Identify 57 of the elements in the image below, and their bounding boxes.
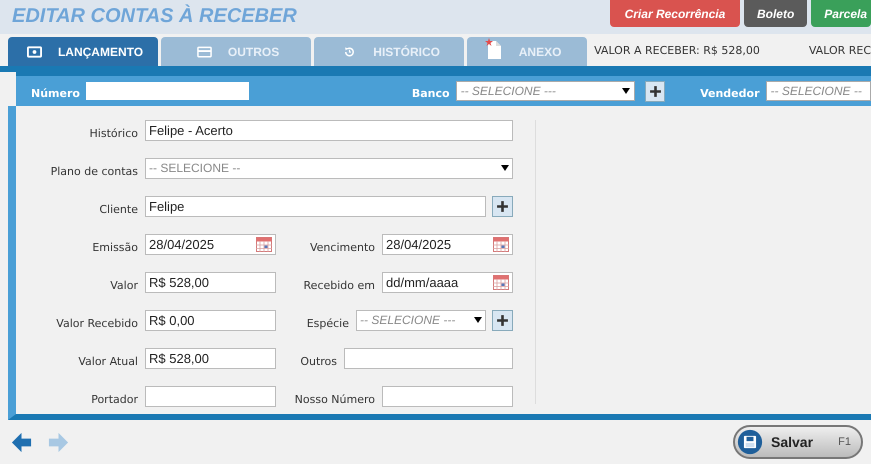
forward-arrow-icon[interactable] xyxy=(47,430,70,454)
add-button[interactable] xyxy=(492,196,513,216)
field-label: Valor Atual xyxy=(77,354,139,368)
calendar-icon xyxy=(493,274,509,290)
caret-icon xyxy=(474,316,482,324)
field-label: Banco xyxy=(410,86,451,100)
text-field[interactable]: R$ 0,00 xyxy=(145,310,276,330)
calendar-icon xyxy=(256,236,272,252)
card-icon xyxy=(196,46,212,58)
field-label: Espécie xyxy=(306,316,350,330)
text-field[interactable]: R$ 528,00 xyxy=(145,348,276,368)
banknote-icon xyxy=(26,46,42,58)
save-icon xyxy=(737,429,763,455)
text-field[interactable] xyxy=(382,386,513,406)
field-label: Valor xyxy=(109,278,139,292)
date-field[interactable]: 28/04/2025 xyxy=(382,234,513,254)
field-label: Emissão xyxy=(91,240,139,254)
select-field[interactable]: -- SELECIONE -- xyxy=(145,158,513,178)
select-field[interactable]: -- SELECIONE --- xyxy=(356,310,486,330)
file-icon xyxy=(484,38,503,60)
field-label: Nosso Número xyxy=(294,392,376,406)
add-button[interactable] xyxy=(492,310,513,330)
bank-select[interactable]: -- SELECIONE --- xyxy=(456,81,635,101)
text-field[interactable]: Felipe - Acerto xyxy=(145,120,513,140)
action-button[interactable]: Criar Recorrência xyxy=(610,0,740,27)
field-label: Histórico xyxy=(88,126,139,140)
text-field[interactable]: R$ 528,00 xyxy=(145,272,276,292)
add-button[interactable] xyxy=(644,80,666,102)
text-field[interactable]: Felipe xyxy=(145,196,486,216)
field-label: Valor Recebido xyxy=(55,316,139,330)
field-label: Vendedor xyxy=(699,86,760,100)
field-label: Número xyxy=(30,86,81,100)
date-field[interactable]: 28/04/2025 xyxy=(145,234,276,254)
page-title: EDITAR CONTAS À RECEBER xyxy=(11,3,297,28)
field-label: Cliente xyxy=(98,202,139,216)
back-arrow-icon[interactable] xyxy=(10,430,33,454)
plus-icon xyxy=(496,314,509,326)
tab[interactable]: LANÇAMENTO xyxy=(8,37,158,66)
action-button[interactable]: Boleto xyxy=(744,0,808,27)
amount-label: VALOR REC xyxy=(808,44,871,56)
field-label: Plano de contas xyxy=(50,164,139,178)
date-field[interactable]: dd/mm/aaaa xyxy=(382,272,513,292)
save-button[interactable]: Salvar F1 xyxy=(733,425,863,459)
caret-icon xyxy=(622,87,630,95)
plus-icon xyxy=(648,84,662,98)
field-label: Recebido em xyxy=(304,278,376,292)
amount-label: VALOR A RECEBER: R$ 528,00 xyxy=(594,44,760,56)
seller-select[interactable]: -- SELECIONE -- xyxy=(766,81,871,101)
field-label: Portador xyxy=(90,392,139,406)
text-field[interactable] xyxy=(145,386,276,406)
plus-icon xyxy=(496,200,509,212)
text-field[interactable] xyxy=(344,348,513,368)
caret-icon xyxy=(501,164,509,172)
calendar-icon xyxy=(493,236,509,252)
field-label: Outros xyxy=(300,354,338,368)
field-label: Vencimento xyxy=(310,240,376,254)
number-field[interactable] xyxy=(86,82,249,100)
